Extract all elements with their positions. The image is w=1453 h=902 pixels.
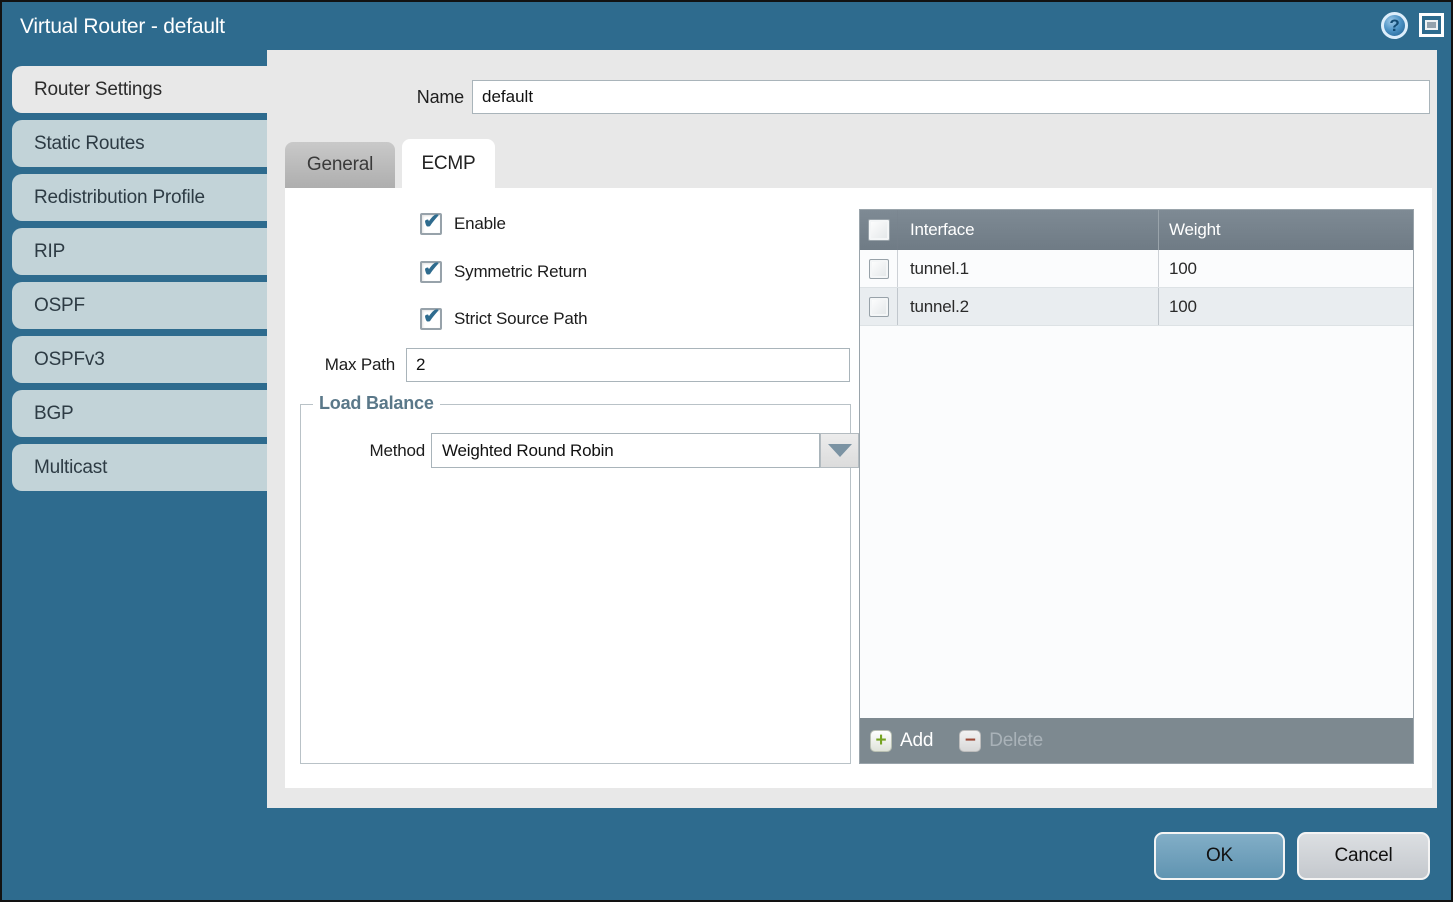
chevron-down-icon [828, 444, 852, 457]
router-settings-panel: Name General ECMP Enable Symmetric Retur… [267, 50, 1437, 808]
row-checkbox-cell [860, 250, 898, 287]
minimize-window-icon[interactable] [1419, 13, 1444, 37]
help-icon[interactable]: ? [1381, 12, 1408, 39]
dialog-title: Virtual Router - default [20, 15, 225, 39]
minus-icon: − [959, 730, 981, 752]
table-footer: + Add − Delete [860, 718, 1413, 763]
cancel-button[interactable]: Cancel [1297, 832, 1430, 880]
load-balance-fieldset: Load Balance Method Weighted Round Robin [300, 404, 851, 764]
sidebar-item-ospf[interactable]: OSPF [12, 282, 267, 329]
header-checkbox-cell [860, 210, 898, 250]
table-row[interactable]: tunnel.1 100 [860, 250, 1413, 288]
sidebar: Router Settings Static Routes Redistribu… [12, 66, 267, 498]
sidebar-item-multicast[interactable]: Multicast [12, 444, 267, 491]
ok-button[interactable]: OK [1154, 832, 1285, 880]
table-header: Interface Weight [860, 210, 1413, 250]
interface-table: Interface Weight tunnel.1 100 tunnel.2 1… [859, 209, 1414, 764]
sidebar-item-static-routes[interactable]: Static Routes [12, 120, 267, 167]
symmetric-return-label: Symmetric Return [454, 262, 587, 282]
interface-cell: tunnel.1 [898, 250, 1158, 287]
table-empty-area [860, 326, 1413, 718]
weight-column-header: Weight [1158, 210, 1413, 250]
tab-general[interactable]: General [285, 142, 395, 188]
weight-cell: 100 [1158, 288, 1413, 325]
delete-button-label: Delete [989, 730, 1043, 752]
row-checkbox[interactable] [869, 297, 889, 317]
method-dropdown-button[interactable] [820, 433, 859, 468]
sidebar-item-redistribution-profile[interactable]: Redistribution Profile [12, 174, 267, 221]
weight-cell: 100 [1158, 250, 1413, 287]
enable-checkbox[interactable] [420, 213, 442, 235]
interface-column-header: Interface [898, 210, 1158, 250]
max-path-input[interactable] [406, 348, 850, 382]
delete-button[interactable]: − Delete [959, 730, 1043, 752]
virtual-router-dialog: Virtual Router - default ? Router Settin… [0, 0, 1453, 902]
ecmp-tab-content: Enable Symmetric Return Strict Source Pa… [285, 188, 1432, 788]
interface-cell: tunnel.2 [898, 288, 1158, 325]
enable-label: Enable [454, 214, 506, 234]
strict-source-path-row: Strict Source Path [420, 307, 587, 331]
load-balance-legend: Load Balance [313, 393, 440, 414]
name-input[interactable] [472, 80, 1430, 114]
method-select[interactable]: Weighted Round Robin [431, 433, 820, 468]
sidebar-item-router-settings[interactable]: Router Settings [12, 66, 267, 113]
sidebar-item-rip[interactable]: RIP [12, 228, 267, 275]
symmetric-return-row: Symmetric Return [420, 260, 587, 284]
add-button[interactable]: + Add [870, 730, 933, 752]
select-all-checkbox[interactable] [868, 219, 890, 241]
name-label: Name [367, 80, 464, 114]
add-button-label: Add [900, 730, 933, 752]
enable-row: Enable [420, 212, 506, 236]
row-checkbox[interactable] [869, 259, 889, 279]
table-row[interactable]: tunnel.2 100 [860, 288, 1413, 326]
plus-icon: + [870, 730, 892, 752]
titlebar: Virtual Router - default ? [2, 2, 1451, 50]
sidebar-item-ospfv3[interactable]: OSPFv3 [12, 336, 267, 383]
symmetric-return-checkbox[interactable] [420, 261, 442, 283]
max-path-label: Max Path [305, 348, 395, 382]
strict-source-path-checkbox[interactable] [420, 308, 442, 330]
tab-ecmp[interactable]: ECMP [402, 139, 495, 188]
method-label: Method [337, 433, 425, 468]
sidebar-item-bgp[interactable]: BGP [12, 390, 267, 437]
window-glyph [1425, 20, 1438, 30]
row-checkbox-cell [860, 288, 898, 325]
strict-source-path-label: Strict Source Path [454, 309, 587, 329]
